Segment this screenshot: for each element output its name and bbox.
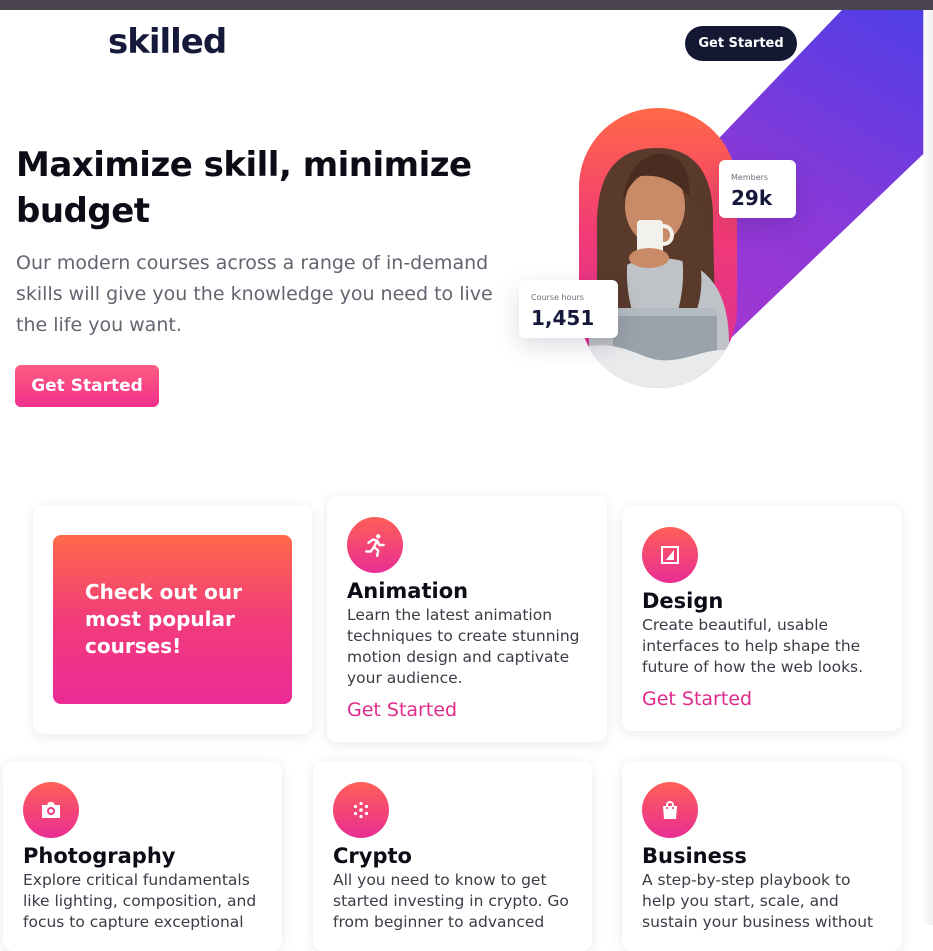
design-get-started-link[interactable]: Get Started — [642, 688, 752, 710]
hero-image-pill — [579, 108, 737, 388]
course-description: Create beautiful, usable interfaces to h… — [642, 616, 864, 676]
animation-get-started-link[interactable]: Get Started — [347, 699, 457, 721]
woman-drinking-coffee-image — [579, 148, 737, 388]
camera-icon — [23, 782, 79, 838]
course-title: Crypto — [333, 844, 412, 868]
popular-courses-card: Check out our most popular courses! — [33, 505, 312, 734]
course-hours-label: Course hours — [531, 293, 584, 302]
course-description: Explore critical fundamentals like light… — [23, 871, 257, 931]
header-get-started-button[interactable]: Get Started — [685, 26, 797, 61]
hero-title: Maximize skill, minimize budget — [16, 145, 472, 231]
course-title: Photography — [23, 844, 176, 868]
course-hours-value: 1,451 — [531, 306, 595, 330]
crypto-icon — [333, 782, 389, 838]
course-title: Business — [642, 844, 747, 868]
browser-top-bar — [0, 0, 933, 10]
course-card-design[interactable]: Design Create beautiful, usable interfac… — [622, 506, 902, 731]
course-card-photography[interactable]: Photography Explore critical fundamental… — [3, 761, 282, 951]
course-description: All you need to know to get started inve… — [333, 871, 569, 931]
shopping-bag-icon — [642, 782, 698, 838]
popular-courses-text: Check out our most popular courses! — [85, 580, 242, 658]
members-label: Members — [731, 173, 769, 182]
design-icon — [642, 527, 698, 583]
course-title: Design — [642, 589, 724, 613]
hero-description: Our modern courses across a range of in-… — [16, 252, 493, 336]
popular-courses-banner[interactable]: Check out our most popular courses! — [53, 535, 292, 704]
course-card-crypto[interactable]: Crypto All you need to know to get start… — [313, 761, 592, 951]
course-description: Learn the latest animation techniques to… — [347, 606, 580, 687]
course-description: A step-by-step playbook to help you star… — [642, 871, 874, 931]
members-value: 29k — [731, 186, 773, 210]
course-hours-stat-card: Course hours 1,451 — [519, 280, 618, 338]
hero-get-started-button[interactable]: Get Started — [15, 365, 159, 407]
running-person-icon — [347, 517, 403, 573]
course-card-business[interactable]: Business A step-by-step playbook to help… — [622, 761, 902, 951]
course-title: Animation — [347, 579, 469, 603]
course-card-animation[interactable]: Animation Learn the latest animation tec… — [327, 496, 607, 742]
logo[interactable]: skilled — [108, 22, 227, 62]
members-stat-card: Members 29k — [719, 160, 796, 218]
